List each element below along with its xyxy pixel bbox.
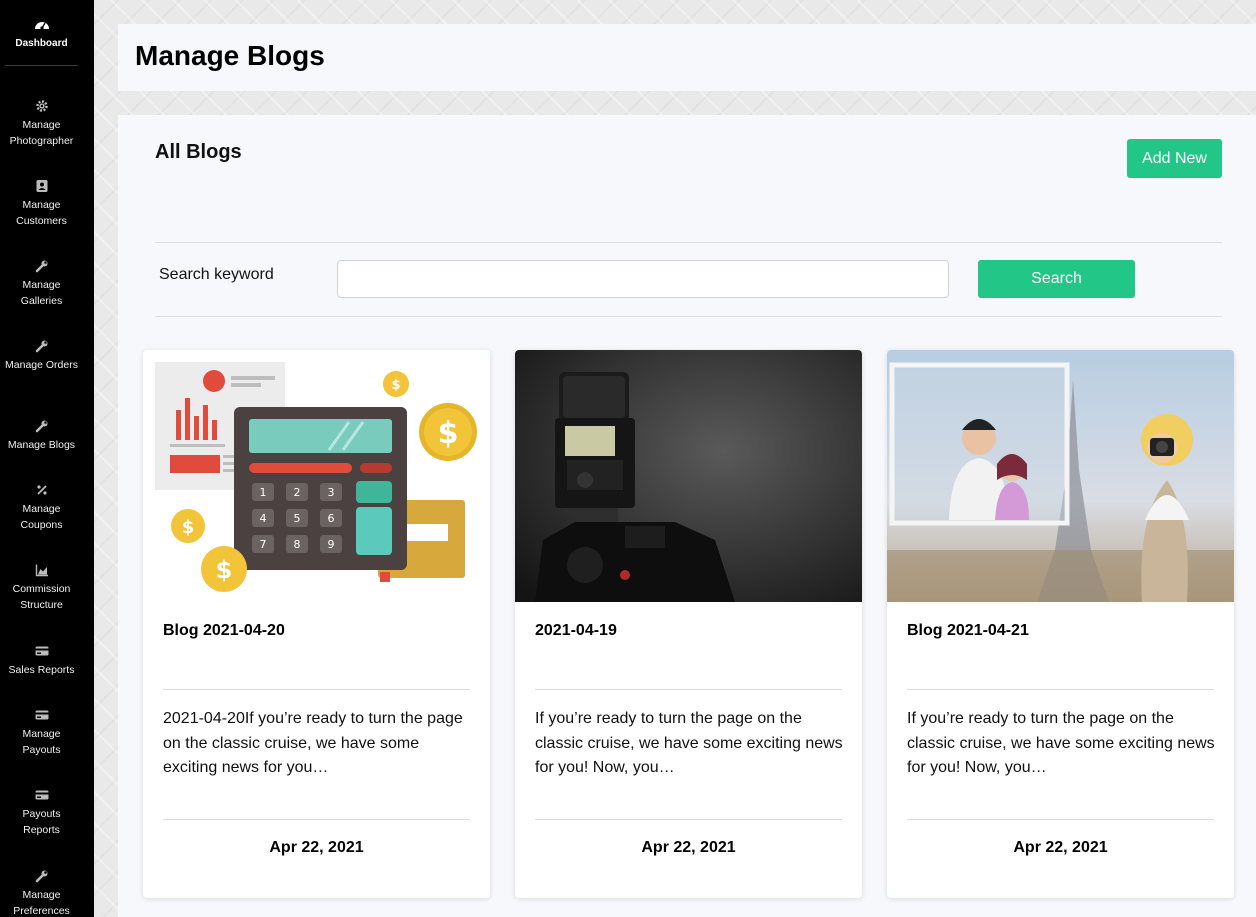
wrench-icon (35, 340, 47, 353)
blog-thumbnail-camera[interactable] (515, 350, 862, 602)
sidebar-item-manage-coupons[interactable]: Manage Coupons (0, 483, 83, 533)
gear-icon (35, 100, 48, 112)
divider (163, 689, 470, 690)
svg-text:8: 8 (294, 538, 301, 551)
svg-text:$: $ (391, 378, 400, 393)
sidebar-item-sales-reports[interactable]: Sales Reports (0, 644, 83, 679)
svg-text:$: $ (216, 556, 233, 584)
svg-text:5: 5 (294, 512, 301, 525)
blog-date: Apr 22, 2021 (1013, 839, 1108, 856)
svg-text:1: 1 (260, 486, 267, 499)
sidebar-item-manage-preferences[interactable]: Manage Preferences (0, 869, 83, 917)
wrench-icon (35, 260, 47, 273)
sidebar-item-label: Manage Customers (16, 199, 67, 227)
search-button[interactable]: Search (978, 260, 1135, 298)
sidebar-item-manage-blogs[interactable]: Manage Blogs (0, 419, 83, 454)
sidebar-item-payouts-reports[interactable]: Payouts Reports (0, 788, 83, 838)
section-title: All Blogs (155, 141, 242, 163)
blog-date: Apr 22, 2021 (269, 839, 364, 856)
wrench-icon (35, 870, 47, 883)
wrench-icon (35, 420, 47, 433)
svg-text:$: $ (182, 517, 195, 538)
search-label: Search keyword (159, 266, 274, 283)
search-input[interactable] (337, 260, 949, 298)
svg-text:6: 6 (328, 512, 335, 525)
divider (163, 819, 470, 820)
page-title: Manage Blogs (135, 40, 325, 71)
card-icon (35, 790, 48, 800)
percent-icon (36, 485, 47, 495)
divider (155, 316, 1222, 317)
blog-thumbnail-paris[interactable] (887, 350, 1234, 602)
sidebar-item-label: Manage Galleries (20, 279, 63, 307)
sidebar-item-label: Payouts Reports (22, 808, 61, 836)
blog-title[interactable]: Blog 2021-04-20 (163, 622, 285, 640)
blog-thumbnail-calculator[interactable]: 1 2 3 4 5 6 7 8 9 $ $ $ $ (143, 350, 490, 602)
gauge-icon (35, 22, 49, 30)
card-icon (35, 646, 48, 656)
blog-excerpt: If you’re ready to turn the page on the … (535, 710, 843, 776)
svg-text:2: 2 (294, 486, 301, 499)
add-new-button[interactable]: Add New (1127, 139, 1222, 178)
blog-card[interactable]: Blog 2021-04-21 If you’re ready to turn … (887, 350, 1234, 898)
blog-card[interactable]: 2021-04-19 If you’re ready to turn the p… (515, 350, 862, 898)
blog-title[interactable]: 2021-04-19 (535, 622, 617, 640)
sidebar-item-label: Manage Orders (5, 359, 78, 371)
blog-date: Apr 22, 2021 (641, 839, 736, 856)
blog-excerpt: If you’re ready to turn the page on the … (907, 710, 1215, 776)
blog-excerpt: 2021-04-20If you’re ready to turn the pa… (163, 710, 463, 776)
svg-text:3: 3 (328, 486, 335, 499)
sidebar-item-label: Manage Blogs (7, 439, 76, 451)
divider (907, 689, 1214, 690)
blog-title[interactable]: Blog 2021-04-21 (907, 622, 1029, 640)
sidebar-item-manage-payouts[interactable]: Manage Payouts (0, 708, 83, 758)
sidebar-item-commission-structure[interactable]: Commission Structure (0, 563, 83, 613)
card-icon (35, 710, 48, 720)
blog-card[interactable]: 1 2 3 4 5 6 7 8 9 $ $ $ $ Blog 2021-04-2… (143, 350, 490, 898)
divider (535, 819, 842, 820)
sidebar-item-label: Manage Coupons (20, 503, 63, 531)
svg-text:7: 7 (260, 538, 267, 551)
contact-icon (36, 180, 47, 192)
svg-text:9: 9 (328, 538, 335, 551)
sidebar-item-label: Commission Structure (12, 583, 71, 611)
svg-text:4: 4 (260, 512, 267, 525)
area-chart-icon (35, 564, 48, 577)
divider (155, 242, 1222, 243)
svg-text:$: $ (438, 416, 459, 451)
blogs-panel: All Blogs Add New Search keyword Search (118, 115, 1256, 917)
sidebar-item-label: Manage Payouts (22, 728, 61, 756)
sidebar-item-manage-galleries[interactable]: Manage Galleries (0, 259, 83, 309)
sidebar-item-label: Dashboard (15, 38, 68, 49)
sidebar: Dashboard Manage Photographer Manage Cus… (0, 0, 94, 917)
sidebar-item-manage-photographer[interactable]: Manage Photographer (0, 99, 83, 149)
sidebar-item-dashboard[interactable]: Dashboard (5, 0, 78, 66)
divider (535, 689, 842, 690)
sidebar-item-manage-orders[interactable]: Manage Orders (0, 339, 83, 374)
divider (907, 819, 1214, 820)
sidebar-item-label: Sales Reports (8, 664, 75, 676)
page-header: Manage Blogs (118, 24, 1256, 91)
sidebar-item-label: Manage Photographer (9, 119, 74, 147)
sidebar-item-manage-customers[interactable]: Manage Customers (0, 179, 83, 229)
sidebar-item-label: Manage Preferences (13, 889, 70, 917)
